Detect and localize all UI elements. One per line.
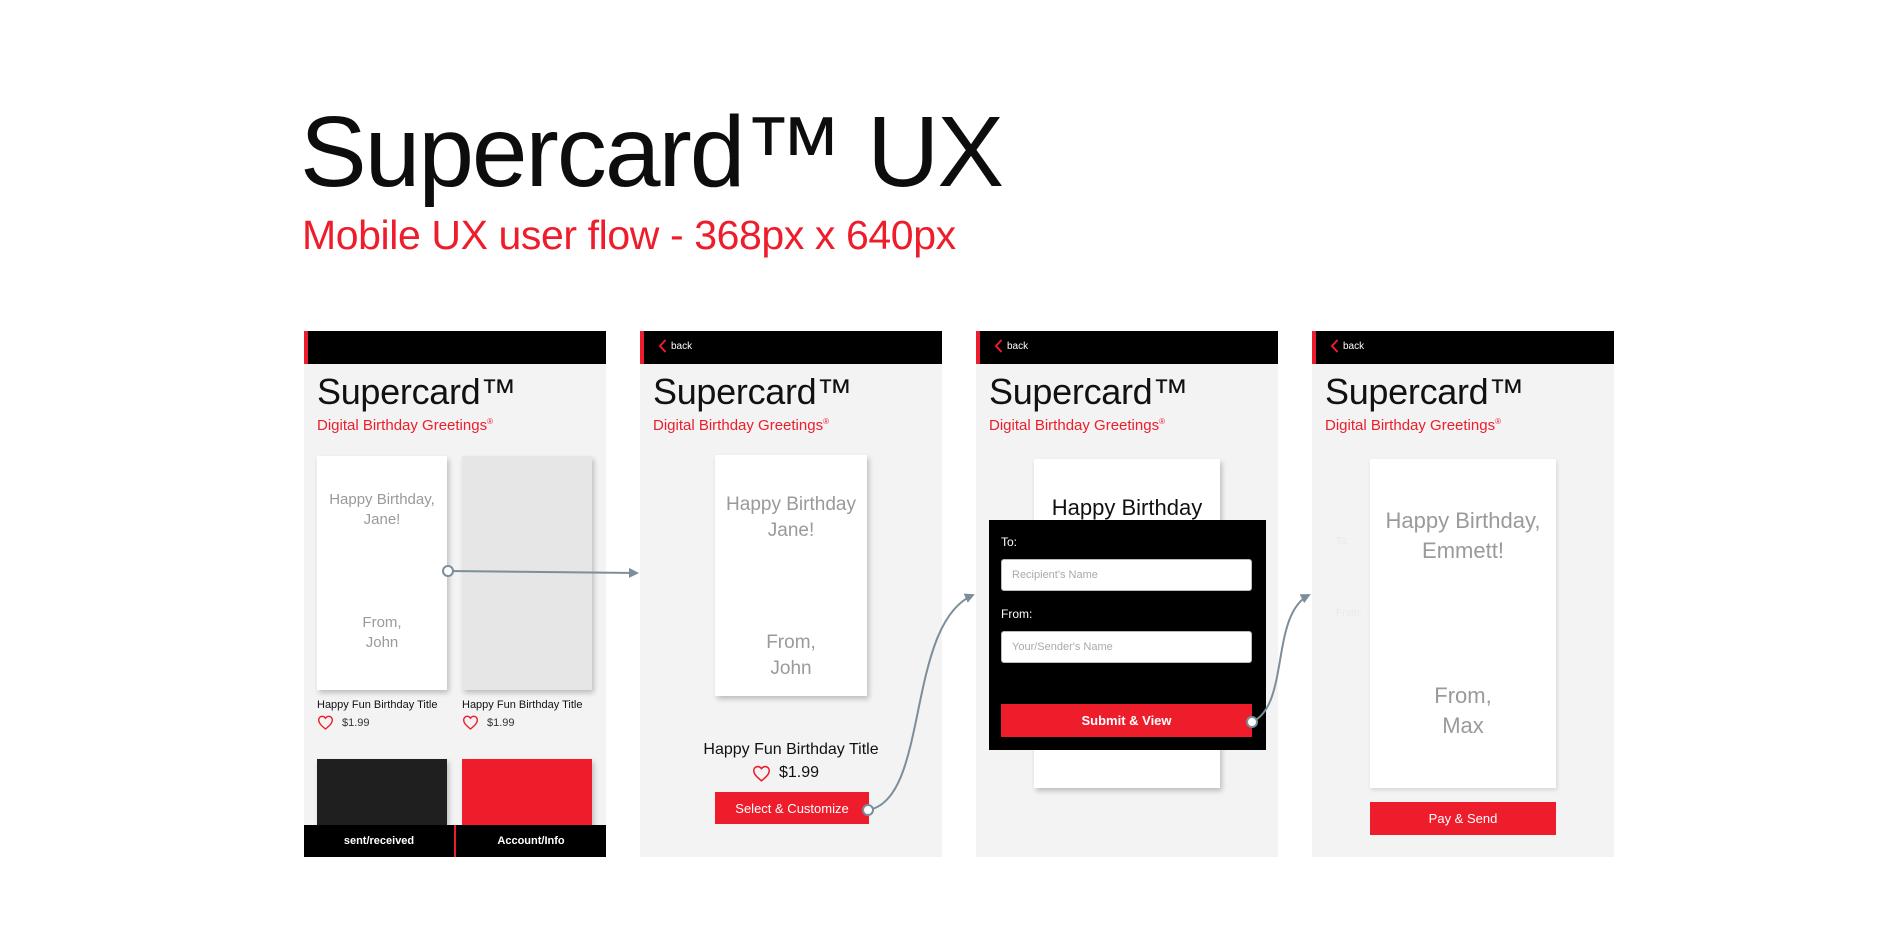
connector-1: [442, 565, 639, 578]
connector-3: [1246, 594, 1311, 728]
flow-connectors: [442, 565, 1311, 816]
connector-2: [862, 593, 975, 816]
connector-start-dot: [1246, 716, 1258, 728]
connector-start-dot: [862, 804, 874, 816]
connector-start-dot: [442, 565, 454, 577]
